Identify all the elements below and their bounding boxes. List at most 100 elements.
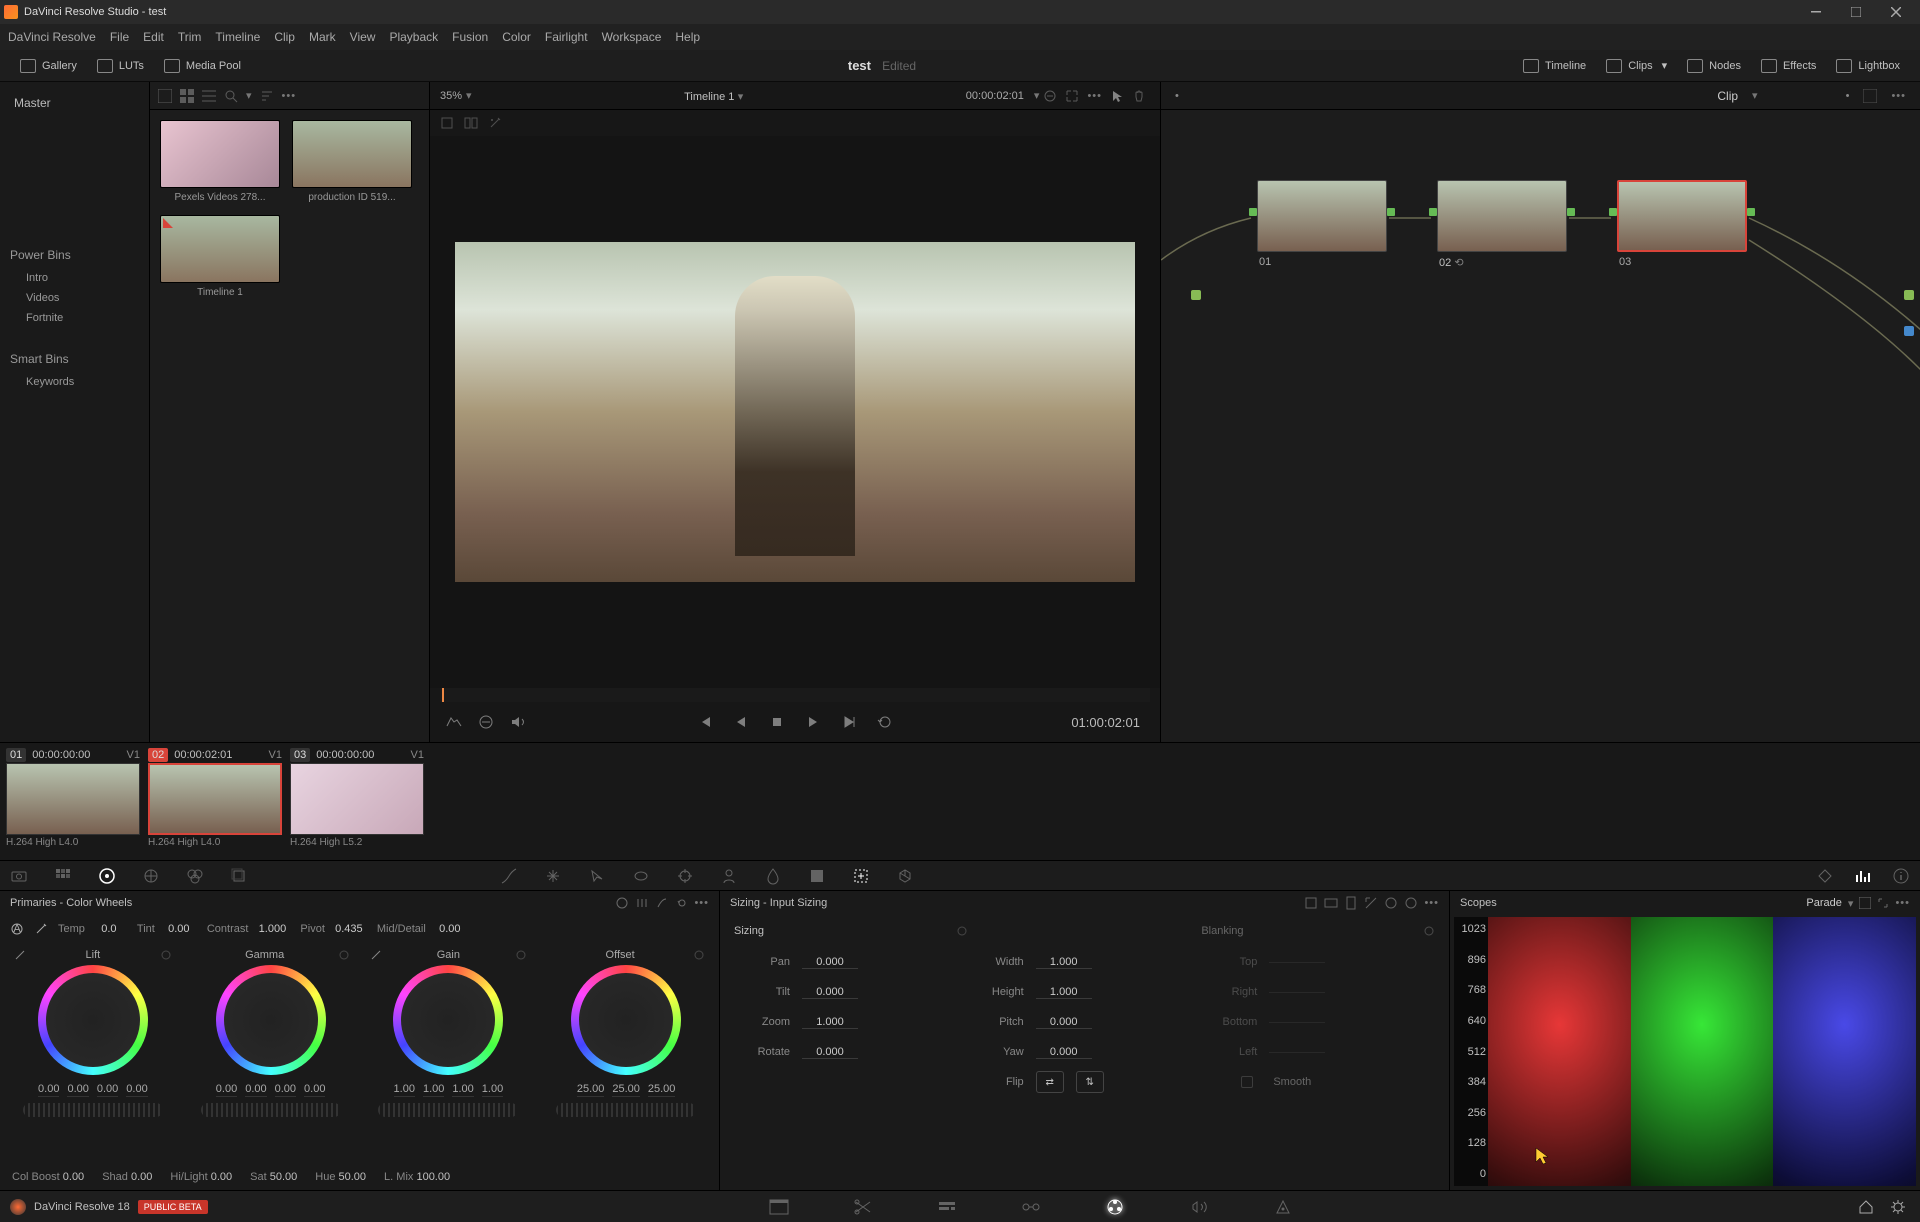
tracker-icon[interactable]	[676, 867, 694, 885]
sat-value[interactable]: 50.00	[270, 1171, 298, 1183]
reset-icon[interactable]	[1404, 896, 1418, 910]
menu-playback[interactable]: Playback	[389, 30, 438, 44]
deliver-page-button[interactable]	[1271, 1195, 1295, 1219]
scope-options-icon[interactable]: •••	[1895, 897, 1910, 909]
bypass-icon[interactable]	[1043, 89, 1057, 103]
sizing-mode-icon[interactable]	[1384, 896, 1398, 910]
first-frame-button[interactable]	[695, 712, 715, 732]
wheels-mode-icon[interactable]	[616, 897, 628, 909]
gamma-wheel[interactable]: Gamma 0.000.000.000.00	[188, 949, 354, 1158]
smartbin-keywords[interactable]: Keywords	[0, 372, 149, 392]
menu-fairlight[interactable]: Fairlight	[545, 30, 588, 44]
middetail-value[interactable]: 0.00	[432, 923, 468, 935]
color-checker-icon[interactable]	[54, 867, 72, 885]
hue-value[interactable]: 50.00	[339, 1171, 367, 1183]
output-connector[interactable]	[1904, 290, 1914, 300]
sizing-mode-icon[interactable]	[1344, 896, 1358, 910]
stop-button[interactable]	[767, 712, 787, 732]
scrub-bar[interactable]	[440, 688, 1150, 702]
clip-thumb[interactable]: 0100:00:00:00V1 H.264 High L4.0	[6, 747, 140, 856]
color-warper-icon[interactable]	[544, 867, 562, 885]
timeline-button[interactable]: Timeline	[1513, 55, 1596, 77]
fairlight-page-button[interactable]	[1187, 1195, 1211, 1219]
fusion-page-button[interactable]	[1019, 1195, 1043, 1219]
viewer-frame[interactable]	[455, 242, 1135, 582]
expand-icon[interactable]	[1065, 89, 1079, 103]
loop-button[interactable]	[875, 712, 895, 732]
hilight-value[interactable]: 0.00	[211, 1171, 232, 1183]
split-icon[interactable]	[464, 116, 478, 130]
node-scope-label[interactable]: Clip	[1717, 89, 1738, 103]
nodes-button[interactable]: Nodes	[1677, 55, 1751, 77]
search-icon[interactable]	[224, 89, 238, 103]
color-node-selected[interactable]: 03	[1617, 180, 1747, 268]
smartbins-header[interactable]: Smart Bins	[0, 346, 149, 372]
cut-page-button[interactable]	[851, 1195, 875, 1219]
close-button[interactable]	[1876, 2, 1916, 22]
thumb-view-icon[interactable]	[180, 89, 194, 103]
gallery-button[interactable]: Gallery	[10, 55, 87, 77]
colboost-value[interactable]: 0.00	[63, 1171, 84, 1183]
menu-fusion[interactable]: Fusion	[452, 30, 488, 44]
qualifier-icon[interactable]	[588, 867, 606, 885]
lift-wheel[interactable]: Lift 0.000.000.000.00	[10, 949, 176, 1158]
contrast-value[interactable]: 1.000	[254, 923, 290, 935]
reset-icon[interactable]	[693, 949, 705, 961]
color-node[interactable]: 02 ⟲	[1437, 180, 1567, 269]
pitch-value[interactable]: 0.000	[1036, 1016, 1092, 1029]
minimize-button[interactable]	[1796, 2, 1836, 22]
clips-button[interactable]: Clips▾	[1596, 55, 1677, 77]
info-icon[interactable]	[1892, 867, 1910, 885]
viewer-options-icon[interactable]: •••	[1087, 90, 1102, 102]
stills-view-icon[interactable]	[158, 89, 172, 103]
timeline-name[interactable]: Timeline 1	[684, 91, 734, 103]
flip-h-button[interactable]: ⇄	[1036, 1071, 1064, 1093]
menu-file[interactable]: File	[110, 30, 129, 44]
hand-icon[interactable]	[1132, 89, 1146, 103]
blur-icon[interactable]	[764, 867, 782, 885]
pick-white-icon[interactable]	[370, 949, 382, 961]
zoom-level[interactable]: 35%	[440, 90, 462, 102]
clip-thumb[interactable]: 0300:00:00:00V1 H.264 High L5.2	[290, 747, 424, 856]
powerbin-intro[interactable]: Intro	[0, 268, 149, 288]
wheels-options-icon[interactable]: •••	[694, 897, 709, 909]
rgb-mixer-icon[interactable]	[186, 867, 204, 885]
mute-icon[interactable]	[508, 712, 528, 732]
node-options-icon[interactable]: •••	[1891, 90, 1906, 102]
prev-button[interactable]	[731, 712, 751, 732]
node-graph[interactable]: 01 02 ⟲ 03	[1161, 110, 1920, 742]
wand-icon[interactable]	[488, 116, 502, 130]
pan-value[interactable]: 0.000	[802, 956, 858, 969]
powerbin-videos[interactable]: Videos	[0, 288, 149, 308]
bars-mode-icon[interactable]	[636, 897, 648, 909]
pivot-value[interactable]: 0.435	[331, 923, 367, 935]
sizing-mode-icon[interactable]	[1364, 896, 1378, 910]
log-mode-icon[interactable]	[656, 897, 668, 909]
pointer-icon[interactable]	[1110, 89, 1124, 103]
media-clip[interactable]: production ID 519...	[292, 120, 412, 203]
color-node[interactable]: 01	[1257, 180, 1387, 268]
scope-layout-icon[interactable]	[1859, 897, 1871, 909]
temp-value[interactable]: 0.0	[91, 923, 127, 935]
pool-options-icon[interactable]: •••	[282, 90, 297, 102]
clip-thumb-selected[interactable]: 0200:00:02:01V1 H.264 High L4.0	[148, 747, 282, 856]
reset-icon[interactable]	[160, 949, 172, 961]
viewer-timecode[interactable]: 00:00:02:01	[966, 90, 1024, 102]
reset-all-icon[interactable]	[676, 897, 688, 909]
offset-wheel[interactable]: Offset 25.0025.0025.00	[543, 949, 709, 1158]
project-settings-icon[interactable]	[1890, 1199, 1906, 1215]
zoom-value[interactable]: 1.000	[802, 1016, 858, 1029]
unmix-icon[interactable]	[476, 712, 496, 732]
menu-clip[interactable]: Clip	[274, 30, 295, 44]
3d-icon[interactable]	[896, 867, 914, 885]
gamma-jog[interactable]	[201, 1103, 341, 1117]
menu-trim[interactable]: Trim	[178, 30, 202, 44]
node-zoom-icon[interactable]	[1863, 89, 1877, 103]
media-page-button[interactable]	[767, 1195, 791, 1219]
keyframes-icon[interactable]	[1816, 867, 1834, 885]
reset-icon[interactable]	[338, 949, 350, 961]
luts-button[interactable]: LUTs	[87, 55, 154, 77]
alpha-connector[interactable]	[1904, 326, 1914, 336]
window-icon[interactable]	[632, 867, 650, 885]
tilt-value[interactable]: 0.000	[802, 986, 858, 999]
